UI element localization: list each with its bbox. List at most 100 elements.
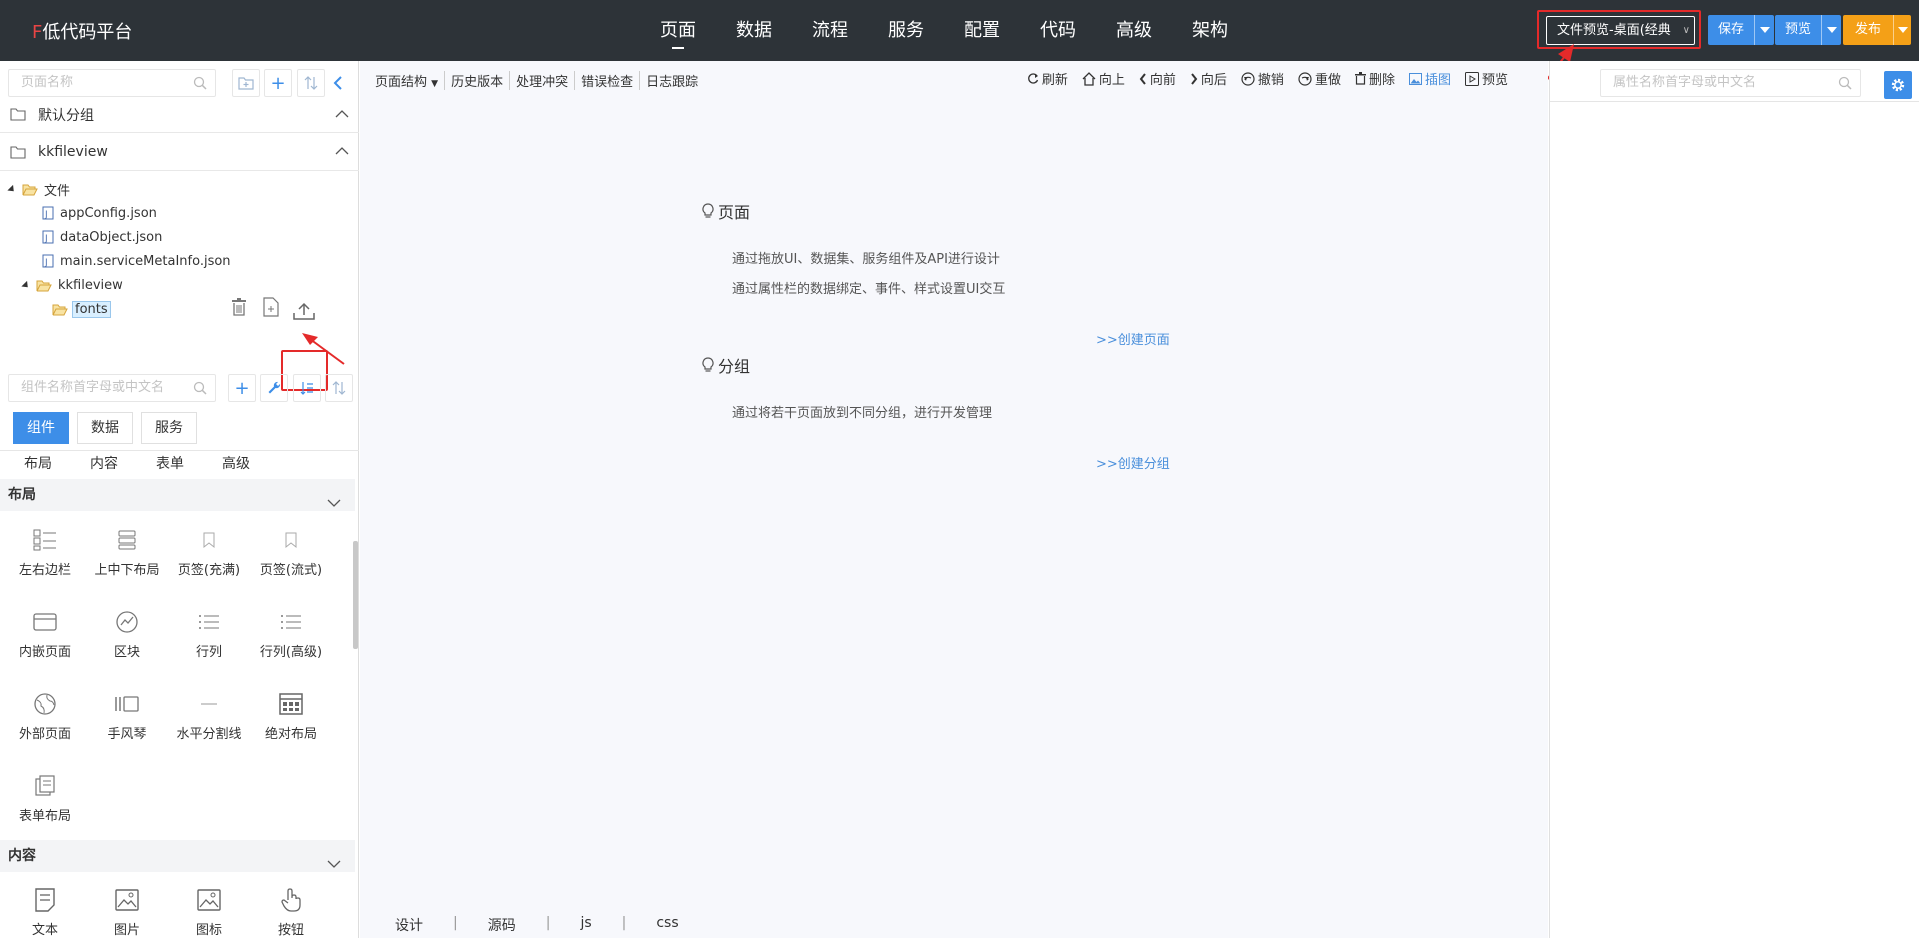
save-dropdown-icon[interactable] <box>1754 15 1774 45</box>
component-left-right-sidebar[interactable]: 左右边栏 <box>4 527 86 578</box>
group-default[interactable]: 默认分组 <box>0 97 359 133</box>
create-group-link[interactable]: >>创建分组 <box>1096 453 1170 472</box>
preview-button[interactable]: 预览 <box>1775 15 1821 45</box>
nav-config[interactable]: 配置 <box>944 0 1020 61</box>
sort-button[interactable] <box>297 69 325 97</box>
tree-file[interactable]: J dataObject.json <box>42 227 162 247</box>
log-trace-button[interactable]: 日志跟踪 <box>640 71 704 90</box>
settings-button[interactable] <box>1884 71 1912 99</box>
section-content[interactable]: 内容 <box>0 840 355 872</box>
nav-flow[interactable]: 流程 <box>792 0 868 61</box>
publish-button[interactable]: 发布 <box>1843 15 1893 45</box>
form-icon <box>32 773 58 799</box>
component-tabs-flow[interactable]: 页签(流式) <box>250 527 332 578</box>
tree-file[interactable]: J main.serviceMetaInfo.json <box>42 251 231 271</box>
subtab-form[interactable]: 表单 <box>156 453 184 473</box>
undo-button[interactable]: 撤销 <box>1241 69 1284 88</box>
resolve-conflict-button[interactable]: 处理冲突 <box>510 71 576 90</box>
component-external-page[interactable]: 外部页面 <box>4 691 86 742</box>
image-icon <box>1408 72 1422 85</box>
chevron-up-icon[interactable] <box>335 144 349 160</box>
component-icon[interactable]: 图标 <box>168 887 250 938</box>
component-button[interactable]: 按钮 <box>250 887 332 938</box>
subtab-content[interactable]: 内容 <box>90 453 118 473</box>
expand-arrow-icon[interactable] <box>7 184 17 194</box>
nav-data[interactable]: 数据 <box>716 0 792 61</box>
preview-dropdown-icon[interactable] <box>1821 15 1841 45</box>
folder-icon <box>10 145 26 159</box>
nav-page[interactable]: 页面 <box>640 0 716 61</box>
create-page-link[interactable]: >>创建页面 <box>1096 329 1170 348</box>
move-forward-label: 向前 <box>1149 73 1176 88</box>
nav-architecture[interactable]: 架构 <box>1172 0 1248 61</box>
tree-node-root[interactable]: 文件 <box>7 179 70 199</box>
subtab-layout[interactable]: 布局 <box>24 453 52 473</box>
chevron-up-icon[interactable] <box>335 107 349 123</box>
component-sort-button[interactable] <box>293 374 321 402</box>
nav-service[interactable]: 服务 <box>868 0 944 61</box>
component-form-layout[interactable]: 表单布局 <box>4 773 86 824</box>
chart-circle-icon <box>114 609 140 635</box>
tree-node-label: fonts <box>72 300 111 318</box>
component-search-input[interactable]: 组件名称首字母或中文名 <box>8 374 216 402</box>
expand-arrow-icon[interactable] <box>21 280 31 290</box>
history-button[interactable]: 历史版本 <box>445 71 511 90</box>
property-search-input[interactable]: 属性名称首字母或中文名 <box>1600 69 1861 97</box>
component-block[interactable]: 区块 <box>86 609 168 660</box>
component-label: 区块 <box>113 645 140 660</box>
tab-components[interactable]: 组件 <box>13 412 69 444</box>
component-tabs-fill[interactable]: 页签(充满) <box>168 527 250 578</box>
component-row-col-advanced[interactable]: 行列(高级) <box>250 609 332 660</box>
new-file-button[interactable] <box>263 297 279 317</box>
subtab-advanced[interactable]: 高级 <box>222 453 250 473</box>
delete-node-button[interactable] <box>230 297 248 317</box>
chevron-down-icon[interactable] <box>327 488 341 520</box>
component-image[interactable]: 图片 <box>86 887 168 938</box>
move-up-button[interactable]: 向上 <box>1082 69 1125 88</box>
error-check-button[interactable]: 错误检查 <box>575 71 641 90</box>
nav-advanced[interactable]: 高级 <box>1096 0 1172 61</box>
tab-css[interactable]: css <box>646 915 688 935</box>
component-accordion[interactable]: 手风琴 <box>86 691 168 742</box>
move-back-button[interactable]: 向后 <box>1190 69 1227 88</box>
save-button[interactable]: 保存 <box>1708 15 1754 45</box>
tree-node-label: main.serviceMetaInfo.json <box>60 253 231 269</box>
tree-file[interactable]: J appConfig.json <box>42 203 157 223</box>
component-row-col[interactable]: 行列 <box>168 609 250 660</box>
component-absolute-layout[interactable]: 绝对布局 <box>250 691 332 742</box>
tab-services[interactable]: 服务 <box>141 412 197 444</box>
group-kkfileview[interactable]: kkfileview <box>0 134 359 171</box>
collapse-left-icon[interactable] <box>332 75 344 94</box>
component-text[interactable]: 文本 <box>4 887 86 938</box>
delete-button[interactable]: 删除 <box>1354 69 1395 88</box>
component-top-middle-bottom[interactable]: 上中下布局 <box>86 527 168 578</box>
page-search-input[interactable]: 页面名称 <box>8 69 216 97</box>
tab-data[interactable]: 数据 <box>77 412 133 444</box>
wrench-button[interactable] <box>260 374 288 402</box>
tab-js[interactable]: js <box>570 915 601 935</box>
move-forward-button[interactable]: 向前 <box>1139 69 1176 88</box>
chevron-down-icon[interactable] <box>327 849 341 881</box>
scrollbar-thumb[interactable] <box>353 541 358 649</box>
add-component-button[interactable]: + <box>228 374 256 402</box>
section-layout[interactable]: 布局 <box>0 479 355 511</box>
refresh-button[interactable]: 刷新 <box>1027 69 1068 88</box>
canvas-preview-button[interactable]: 预览 <box>1464 69 1508 88</box>
json-file-icon: J <box>42 206 54 220</box>
add-page-button[interactable]: + <box>264 69 292 97</box>
page-structure-dropdown[interactable]: 页面结构 ▼ <box>375 71 446 90</box>
upload-button[interactable] <box>292 301 316 321</box>
tree-folder-selected[interactable]: fonts <box>52 299 111 319</box>
component-order-button[interactable] <box>325 374 353 402</box>
component-horizontal-divider[interactable]: 水平分割线 <box>168 691 250 742</box>
redo-button[interactable]: 重做 <box>1298 69 1341 88</box>
tree-folder[interactable]: kkfileview <box>21 275 123 295</box>
tab-source[interactable]: 源码 <box>478 915 526 935</box>
component-embedded-page[interactable]: 内嵌页面 <box>4 609 86 660</box>
tab-design[interactable]: 设计 <box>385 915 433 935</box>
insert-image-button[interactable]: 插图 <box>1408 69 1451 88</box>
publish-dropdown-icon[interactable] <box>1893 15 1911 45</box>
image-icon <box>196 887 222 913</box>
nav-code[interactable]: 代码 <box>1020 0 1096 61</box>
add-folder-button[interactable] <box>232 69 260 97</box>
